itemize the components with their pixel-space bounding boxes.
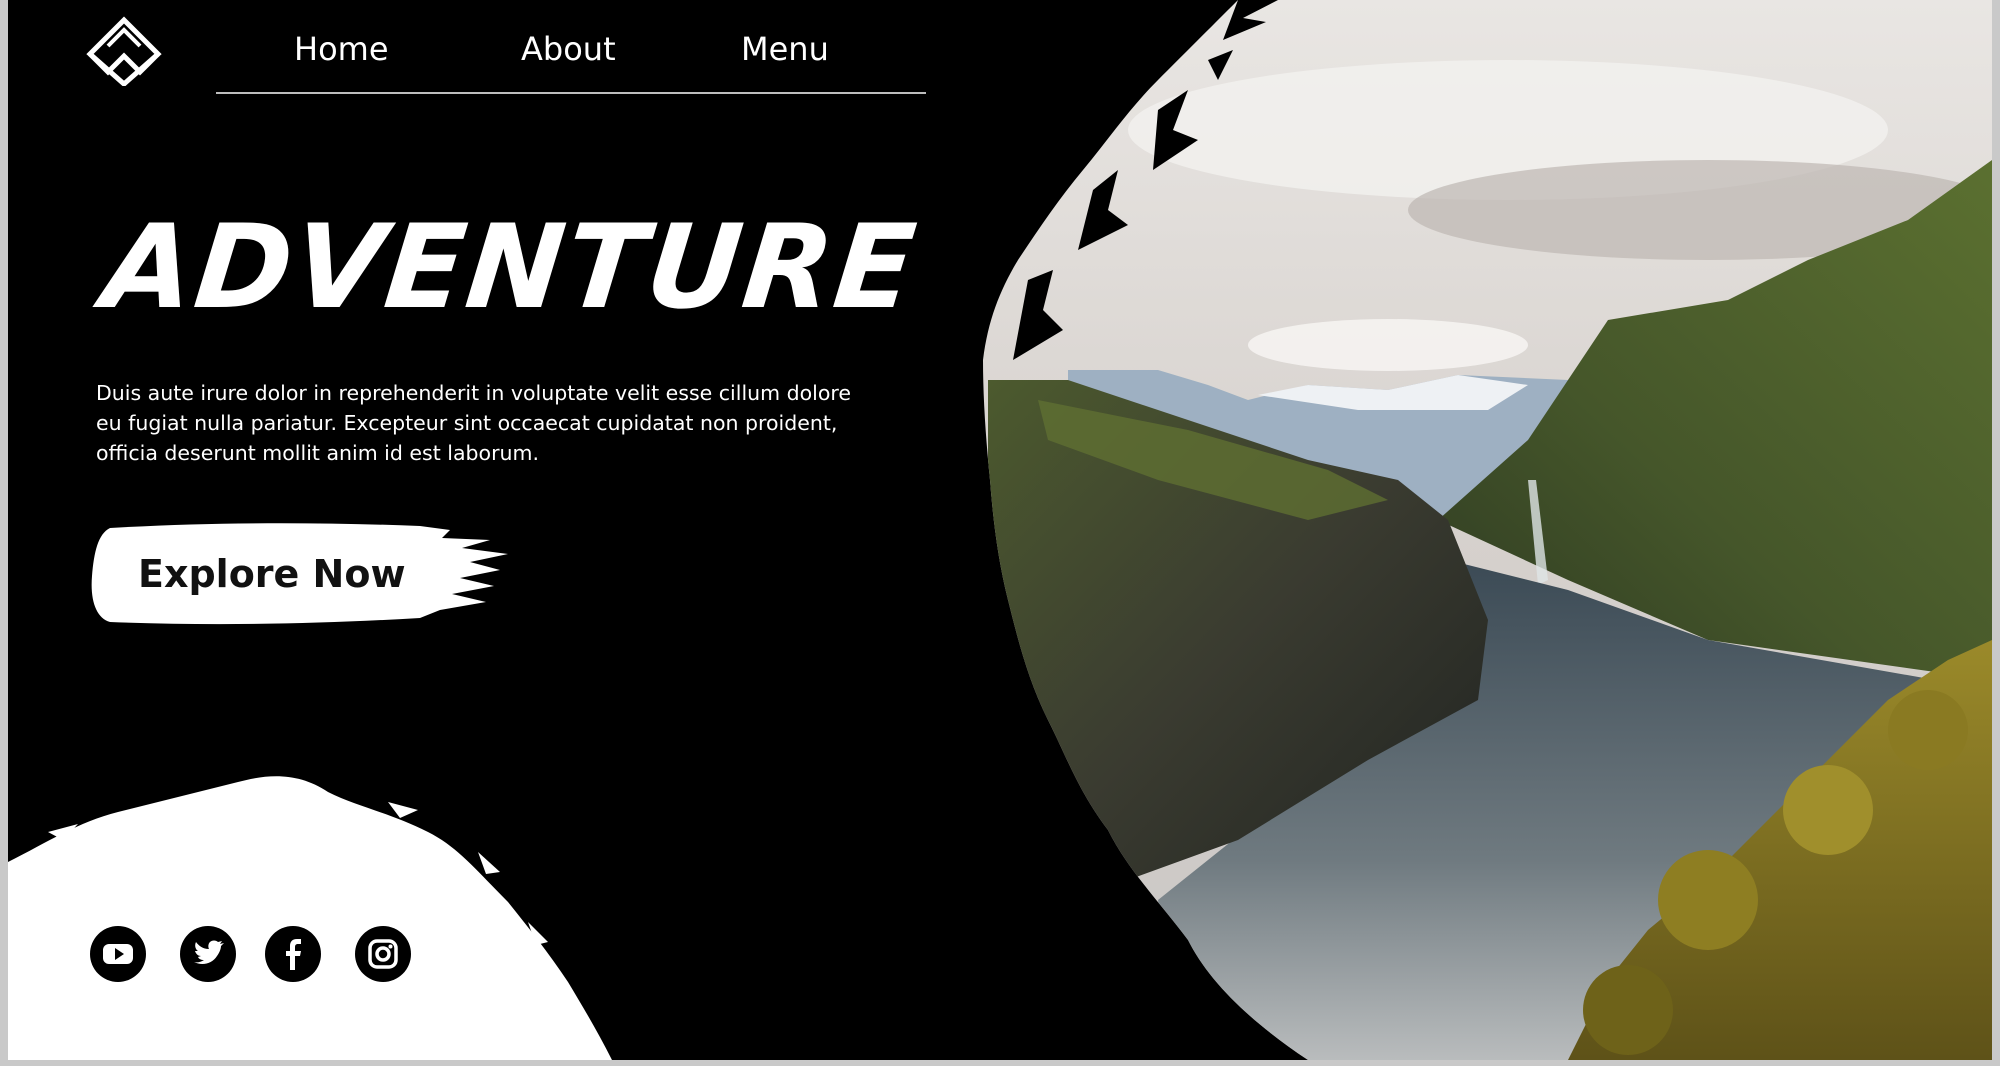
twitter-icon[interactable] bbox=[180, 926, 236, 982]
hero-title: ADVENTURE bbox=[96, 200, 924, 335]
mountain-logo-icon[interactable] bbox=[86, 16, 162, 88]
explore-now-label: Explore Now bbox=[138, 552, 406, 596]
explore-now-button[interactable]: Explore Now bbox=[90, 520, 508, 630]
instagram-icon[interactable] bbox=[355, 926, 411, 982]
hero-description: Duis aute irure dolor in reprehenderit i… bbox=[96, 381, 852, 465]
nav-item-about[interactable]: About bbox=[521, 30, 616, 68]
youtube-icon[interactable] bbox=[90, 926, 146, 982]
nav-item-menu[interactable]: Menu bbox=[741, 30, 829, 68]
nav-item-home[interactable]: Home bbox=[294, 30, 389, 68]
brush-blob-decoration bbox=[8, 776, 612, 1060]
hero-page: Home About Menu ADVENTURE Duis aute irur… bbox=[8, 0, 1992, 1060]
facebook-icon[interactable] bbox=[265, 926, 321, 982]
main-nav: Home About Menu bbox=[216, 24, 926, 94]
